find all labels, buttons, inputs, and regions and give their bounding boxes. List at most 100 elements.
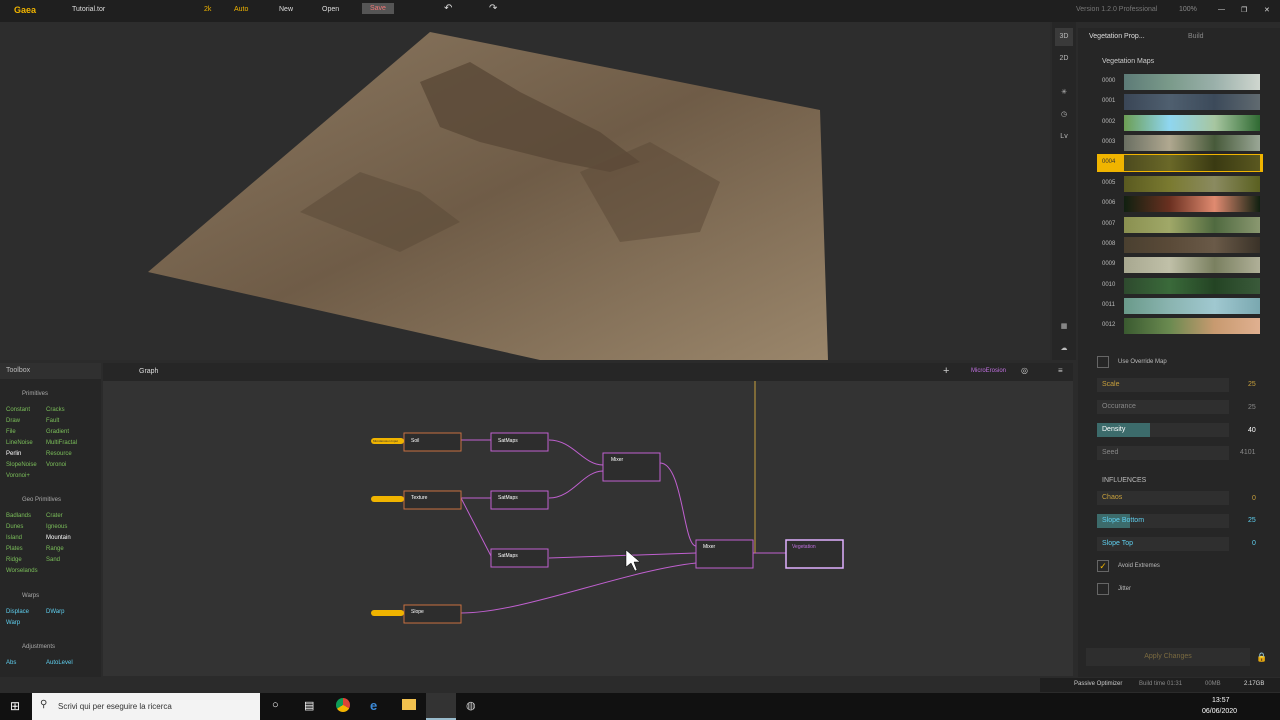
vegmap-row[interactable]: 0001 [1097, 93, 1263, 111]
open-button[interactable]: Open [322, 6, 339, 13]
density-slider[interactable]: Density [1097, 423, 1229, 437]
app-name[interactable]: Gaea [14, 5, 36, 15]
chaos-value[interactable]: 0 [1252, 495, 1256, 502]
tool-item[interactable]: Mountain [46, 535, 71, 541]
tool-item[interactable]: SlopeNoise [6, 462, 37, 468]
tool-item[interactable]: Plates [6, 546, 23, 552]
minimize-icon[interactable]: — [1218, 6, 1225, 13]
occurance-value[interactable]: 25 [1248, 404, 1256, 411]
gaea-taskbar-icon[interactable] [426, 693, 456, 720]
graph-canvas[interactable]: Soil Texture Slope SatMaps SatMaps SatMa… [103, 381, 1073, 676]
resolution-select[interactable]: 2k [204, 6, 211, 13]
section-geo[interactable]: Geo Primitives [14, 497, 69, 503]
tool-item[interactable]: Resource [46, 451, 72, 457]
node-satmaps-label[interactable]: SatMaps [498, 553, 518, 559]
apply-button[interactable]: Apply Changes [1086, 648, 1250, 666]
tool-item[interactable]: Warp [6, 620, 20, 626]
tool-item[interactable]: Range [46, 546, 64, 552]
scale-value[interactable]: 25 [1248, 381, 1256, 388]
slope-top-value[interactable]: 0 [1252, 540, 1256, 547]
scale-slider[interactable]: Scale [1097, 378, 1229, 392]
redo-icon[interactable]: ↷ [489, 3, 497, 14]
settings-icon[interactable]: ◎ [1021, 366, 1028, 375]
tool-item[interactable]: Voronoi+ [6, 473, 30, 479]
add-icon[interactable]: + [943, 365, 949, 377]
vegmap-row[interactable]: 0010 [1097, 277, 1263, 295]
save-button[interactable]: Save [362, 3, 394, 14]
tool-item[interactable]: Crater [46, 513, 63, 519]
view-3d-button[interactable]: 3D [1055, 28, 1073, 46]
tool-item[interactable]: Island [6, 535, 22, 541]
chrome-icon[interactable] [336, 698, 350, 712]
tool-item[interactable]: Igneous [46, 524, 67, 530]
section-warps[interactable]: Warps [14, 593, 47, 599]
vegmap-row[interactable]: 0012 [1097, 317, 1263, 335]
tool-item[interactable]: Cracks [46, 407, 65, 413]
override-checkbox[interactable] [1097, 356, 1109, 368]
undo-icon[interactable]: ↶ [444, 3, 452, 14]
node-texture-label[interactable]: Texture [411, 495, 427, 501]
cortana-icon[interactable]: ○ [272, 699, 279, 711]
vegmap-row[interactable]: 0006 [1097, 195, 1263, 213]
tool-item[interactable]: Perlin [6, 451, 21, 457]
new-button[interactable]: New [279, 6, 293, 13]
density-value[interactable]: 40 [1248, 427, 1256, 434]
menu-icon[interactable]: ≡ [1058, 366, 1063, 375]
tool-item[interactable]: Displace [6, 609, 29, 615]
windows-start-icon[interactable]: ⊞ [10, 699, 20, 713]
node-mixer-label[interactable]: Mixer [611, 457, 623, 463]
tool-item[interactable]: DWarp [46, 609, 64, 615]
tool-item[interactable]: MultiFractal [46, 440, 77, 446]
tab-build[interactable]: Build [1188, 33, 1204, 40]
chaos-slider[interactable]: Chaos [1097, 491, 1229, 505]
node-soil-label[interactable]: Soil [411, 438, 419, 444]
mode-select[interactable]: Auto [234, 6, 248, 13]
tool-item[interactable]: Draw [6, 418, 20, 424]
slope-bottom-slider[interactable]: Slope Bottom [1097, 514, 1229, 528]
app-taskbar-icon[interactable]: ◍ [466, 699, 476, 712]
tool-item[interactable]: AutoLevel [46, 660, 73, 666]
tool-item[interactable]: Constant [6, 407, 30, 413]
vegmap-row-selected[interactable]: 0004 [1097, 154, 1263, 172]
tool-item[interactable]: LineNoise [6, 440, 33, 446]
section-primitives[interactable]: Primitives [14, 391, 56, 397]
sun-icon[interactable]: ✳ [1055, 84, 1073, 102]
avoid-checkbox[interactable]: ✓ [1097, 560, 1109, 572]
occurance-slider[interactable]: Occurance [1097, 400, 1229, 414]
slope-top-slider[interactable]: Slope Top [1097, 537, 1229, 551]
clock-icon[interactable]: ◷ [1055, 106, 1073, 124]
tool-item[interactable]: Abs [6, 660, 16, 666]
cloud-icon[interactable]: ☁ [1055, 340, 1073, 358]
taskbar-search-box[interactable]: ⚲ Scrivi qui per eseguire la ricerca [32, 693, 260, 720]
slope-bottom-value[interactable]: 25 [1248, 517, 1256, 524]
task-view-icon[interactable]: ▤ [304, 699, 314, 712]
seed-value[interactable]: 4101 [1240, 449, 1256, 456]
vegmap-row[interactable]: 0008 [1097, 236, 1263, 254]
vegmap-row[interactable]: 0000 [1097, 73, 1263, 91]
vegmap-row[interactable]: 0009 [1097, 256, 1263, 274]
3d-viewport[interactable] [0, 22, 1050, 360]
maximize-icon[interactable]: ❐ [1241, 6, 1247, 14]
vegmap-row[interactable]: 0011 [1097, 297, 1263, 315]
influences-title[interactable]: INFLUENCES [1102, 477, 1146, 484]
tool-item[interactable]: Voronoi [46, 462, 66, 468]
explorer-icon[interactable] [402, 699, 416, 710]
lv-button[interactable]: Lv [1055, 128, 1073, 146]
close-icon[interactable]: ✕ [1264, 6, 1270, 14]
vegmap-row[interactable]: 0003 [1097, 134, 1263, 152]
maps-title[interactable]: Vegetation Maps [1102, 58, 1154, 65]
node-satmaps-label[interactable]: SatMaps [498, 438, 518, 444]
tool-item[interactable]: Fault [46, 418, 59, 424]
tab-vegetation-properties[interactable]: Vegetation Prop... [1089, 33, 1145, 40]
tab-graph[interactable]: Graph [139, 368, 158, 375]
view-2d-button[interactable]: 2D [1055, 50, 1073, 68]
vegmap-row[interactable]: 0005 [1097, 175, 1263, 193]
zoom-select[interactable]: 100% [1179, 6, 1197, 13]
tool-item[interactable]: File [6, 429, 16, 435]
lock-icon[interactable]: 🔒 [1256, 652, 1267, 663]
edge-icon[interactable]: e [370, 698, 377, 713]
optimizer-label[interactable]: Passive Optimizer [1074, 681, 1122, 687]
vegmap-row[interactable]: 0007 [1097, 216, 1263, 234]
tool-item[interactable]: Gradient [46, 429, 69, 435]
node-vegetation-label[interactable]: Vegetation [792, 544, 816, 550]
